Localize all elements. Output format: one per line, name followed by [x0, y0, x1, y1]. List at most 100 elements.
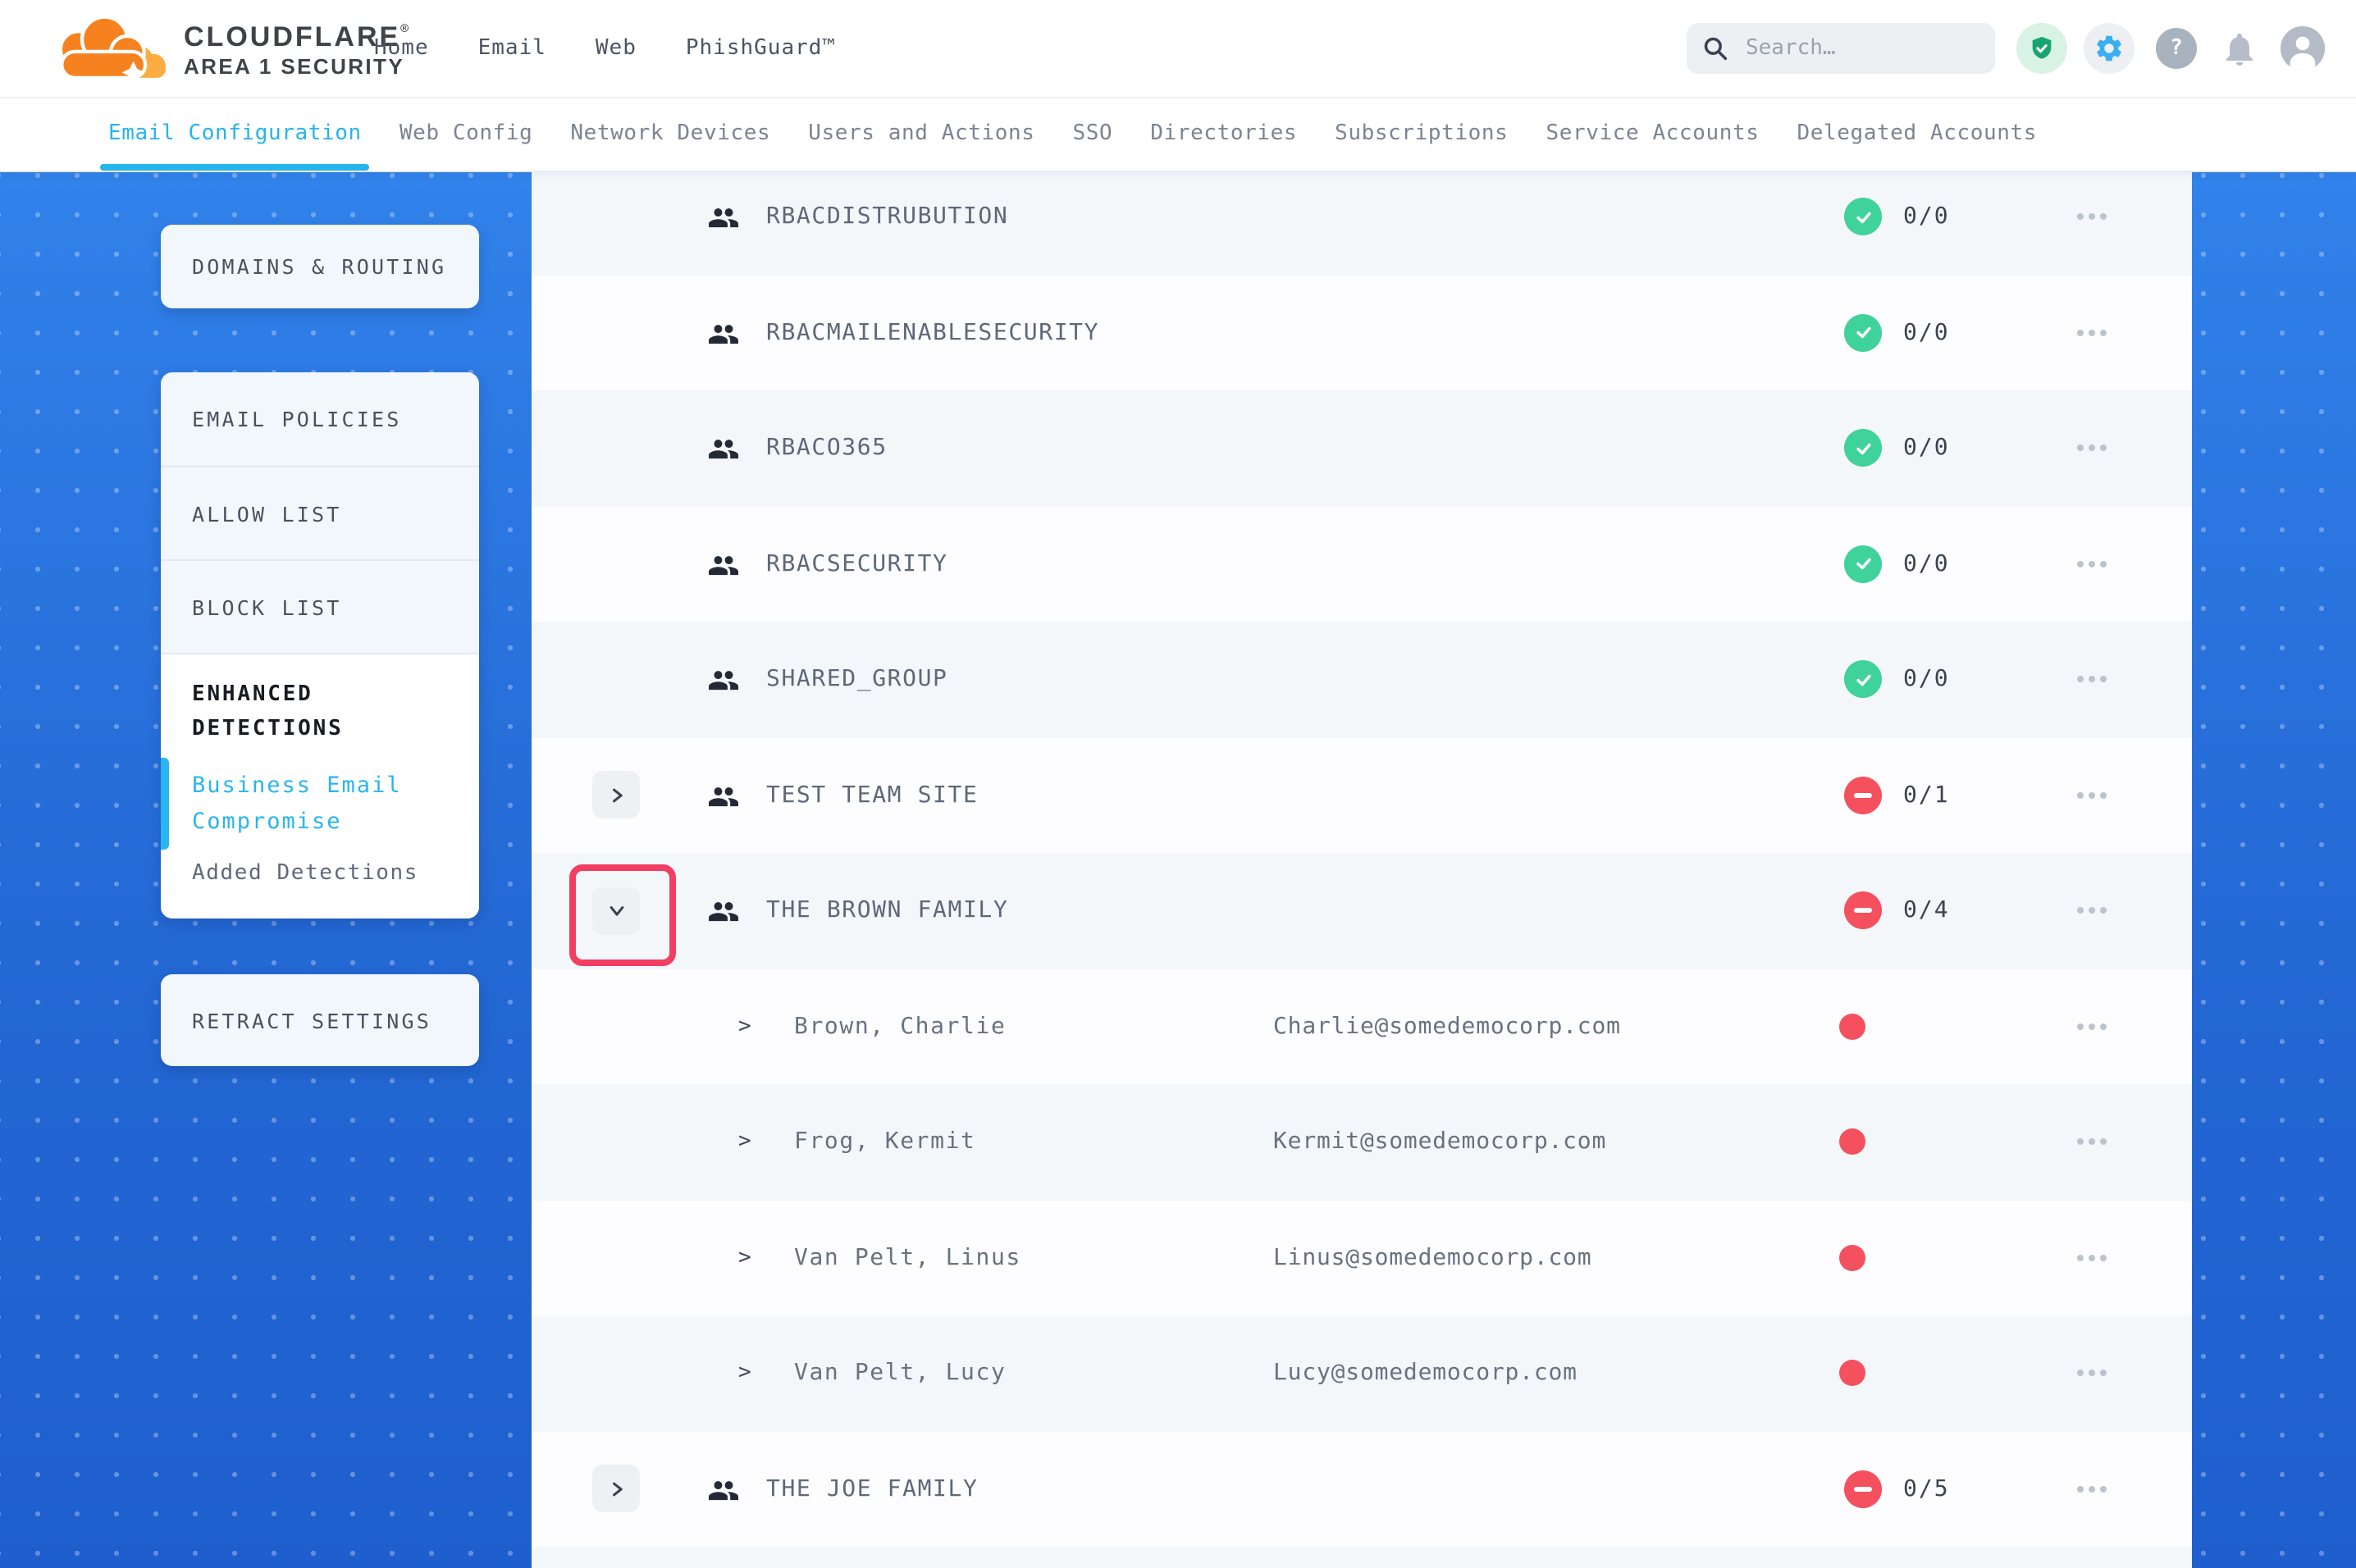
- member-email: Linus@somedemocorp.com: [1273, 1245, 1591, 1271]
- nav-email[interactable]: Email: [478, 36, 546, 61]
- row-menu-button[interactable]: [2071, 1017, 2113, 1037]
- sidebar-enhanced-detections-section: ENHANCED DETECTIONS Business Email Compr…: [161, 654, 479, 918]
- tab-directories[interactable]: Directories: [1150, 97, 1297, 171]
- table-row: >Van Pelt, LinusLinus@somedemocorp.com: [532, 1200, 2192, 1315]
- sidebar-item-block-list[interactable]: BLOCK LIST: [161, 561, 479, 654]
- group-icon: [707, 896, 740, 926]
- nav-phishguard[interactable]: PhishGuard™: [686, 36, 836, 61]
- nav-web[interactable]: Web: [596, 36, 637, 61]
- member-count: 0/4: [1903, 898, 1950, 924]
- cloudflare-logo[interactable]: CLOUDFLARE® AREA 1 SECURITY: [43, 13, 409, 85]
- tab-label: Email Configuration: [108, 121, 362, 146]
- status-fail-badge: [1844, 1470, 1882, 1508]
- group-name: RBACMAILENABLESECURITY: [766, 320, 1099, 346]
- table-row: RBACO3650/0: [532, 390, 2192, 506]
- sidebar-section-title: ENHANCED DETECTIONS: [192, 677, 405, 746]
- row-menu-button[interactable]: [2071, 670, 2113, 690]
- tab-email-configuration[interactable]: Email Configuration: [108, 97, 362, 171]
- table-row-partial: [532, 1547, 2192, 1568]
- member-email: Kermit@somedemocorp.com: [1273, 1129, 1606, 1155]
- group-name: THE JOE FAMILY: [766, 1476, 978, 1502]
- row-menu-button[interactable]: [2071, 439, 2113, 458]
- row-menu-button[interactable]: [2071, 1133, 2113, 1152]
- member-count: 0/0: [1903, 551, 1950, 577]
- status-pass-badge: [1844, 545, 1882, 583]
- tab-label: Subscriptions: [1335, 121, 1508, 146]
- sidebar-item-allow-list[interactable]: ALLOW LIST: [161, 467, 479, 561]
- nav-home[interactable]: Home: [374, 36, 429, 61]
- cloudflare-cloud-icon: [43, 13, 174, 85]
- search-input[interactable]: [1742, 34, 1979, 62]
- row-menu-button[interactable]: [2071, 207, 2113, 227]
- member-count: 0/0: [1903, 435, 1950, 462]
- row-menu-button[interactable]: [2071, 323, 2113, 343]
- member-count: 0/0: [1903, 667, 1950, 693]
- tab-web-config[interactable]: Web Config: [400, 97, 533, 171]
- settings-gear-icon[interactable]: [2084, 23, 2135, 74]
- sidebar-item-email-policies[interactable]: EMAIL POLICIES: [161, 372, 479, 467]
- tab-label: Directories: [1150, 121, 1297, 146]
- global-search[interactable]: [1687, 23, 1995, 74]
- member-chevron-icon[interactable]: >: [738, 1014, 751, 1039]
- member-count: 0/5: [1903, 1476, 1950, 1502]
- primary-nav: Home Email Web PhishGuard™: [374, 0, 836, 97]
- top-header: CLOUDFLARE® AREA 1 SECURITY Home Email W…: [0, 0, 2356, 98]
- tab-sso[interactable]: SSO: [1073, 97, 1113, 171]
- table-row: SHARED_GROUP 0/0: [532, 622, 2192, 737]
- user-avatar-icon[interactable]: [2281, 26, 2325, 71]
- table-row: RBACSECURITY0/0: [532, 506, 2192, 622]
- member-email: Charlie@somedemocorp.com: [1273, 1014, 1621, 1040]
- help-glyph: ?: [2170, 36, 2183, 61]
- sidebar-item-business-email-compromise[interactable]: Business Email Compromise: [192, 768, 422, 840]
- row-menu-button[interactable]: [2071, 1248, 2113, 1268]
- groups-table-panel: RBACDISTRUBUTION 0/0 RBACMAILENABLESECURIT…: [532, 172, 2192, 1568]
- tab-subscriptions[interactable]: Subscriptions: [1335, 97, 1508, 171]
- tab-label: Delegated Accounts: [1797, 121, 2038, 146]
- status-fail-badge: [1844, 777, 1882, 814]
- status-fail-badge: [1844, 892, 1882, 930]
- group-icon: [707, 781, 740, 810]
- group-expand-button[interactable]: [592, 771, 640, 818]
- status-fail-dot: [1839, 1245, 1865, 1271]
- member-chevron-icon[interactable]: >: [738, 1130, 751, 1155]
- shield-check-icon[interactable]: [2016, 23, 2067, 74]
- member-chevron-icon[interactable]: >: [738, 1246, 751, 1270]
- minus-icon: [1854, 1487, 1872, 1492]
- table-row: >Brown, CharlieCharlie@somedemocorp.com: [532, 969, 2192, 1084]
- active-item-indicator-bar: [161, 758, 169, 850]
- sidebar-item-domains-routing[interactable]: DOMAINS & ROUTING: [161, 225, 479, 308]
- notifications-bell-icon[interactable]: [2220, 29, 2259, 68]
- status-pass-badge: [1844, 314, 1882, 352]
- table-row: THE BROWN FAMILY0/4: [532, 853, 2192, 969]
- group-name: RBACDISTRUBUTION: [766, 204, 1008, 230]
- tab-network-devices[interactable]: Network Devices: [570, 97, 770, 171]
- row-menu-button[interactable]: [2071, 1479, 2113, 1499]
- tab-label: Web Config: [400, 121, 533, 146]
- group-name: TEST TEAM SITE: [766, 782, 978, 809]
- sidebar-policies-card: EMAIL POLICIES ALLOW LIST BLOCK LIST ENH…: [161, 372, 479, 918]
- row-menu-button[interactable]: [2071, 901, 2113, 921]
- group-icon: [707, 665, 740, 695]
- tab-users-and-actions[interactable]: Users and Actions: [808, 97, 1034, 171]
- table-row: THE JOE FAMILY 0/5: [532, 1431, 2192, 1547]
- brand-name: CLOUDFLARE: [184, 21, 400, 52]
- group-icon: [707, 203, 740, 232]
- member-chevron-icon[interactable]: >: [738, 1361, 751, 1386]
- table-row: TEST TEAM SITE0/1: [532, 737, 2192, 853]
- group-expand-button[interactable]: [592, 887, 640, 934]
- member-email: Lucy@somedemocorp.com: [1273, 1361, 1578, 1387]
- groups-table: RBACDISTRUBUTION 0/0 RBACMAILENABLESECURIT…: [532, 172, 2192, 1568]
- tab-service-accounts[interactable]: Service Accounts: [1546, 97, 1759, 171]
- group-expand-button[interactable]: [592, 1465, 640, 1512]
- group-name: SHARED_GROUP: [766, 667, 948, 693]
- row-menu-button[interactable]: [2071, 786, 2113, 805]
- sidebar-item-retract-settings[interactable]: RETRACT SETTINGS: [161, 974, 479, 1066]
- content-area: DOMAINS & ROUTING EMAIL POLICIES ALLOW L…: [0, 172, 2356, 1568]
- row-menu-button[interactable]: [2071, 1364, 2113, 1383]
- status-pass-badge: [1844, 198, 1882, 236]
- tab-delegated-accounts[interactable]: Delegated Accounts: [1797, 97, 2038, 171]
- sidebar-item-added-detections[interactable]: Added Detections: [192, 861, 453, 886]
- sidebar-item-label: EMAIL POLICIES: [192, 407, 402, 431]
- row-menu-button[interactable]: [2071, 554, 2113, 574]
- help-icon[interactable]: ?: [2156, 28, 2197, 69]
